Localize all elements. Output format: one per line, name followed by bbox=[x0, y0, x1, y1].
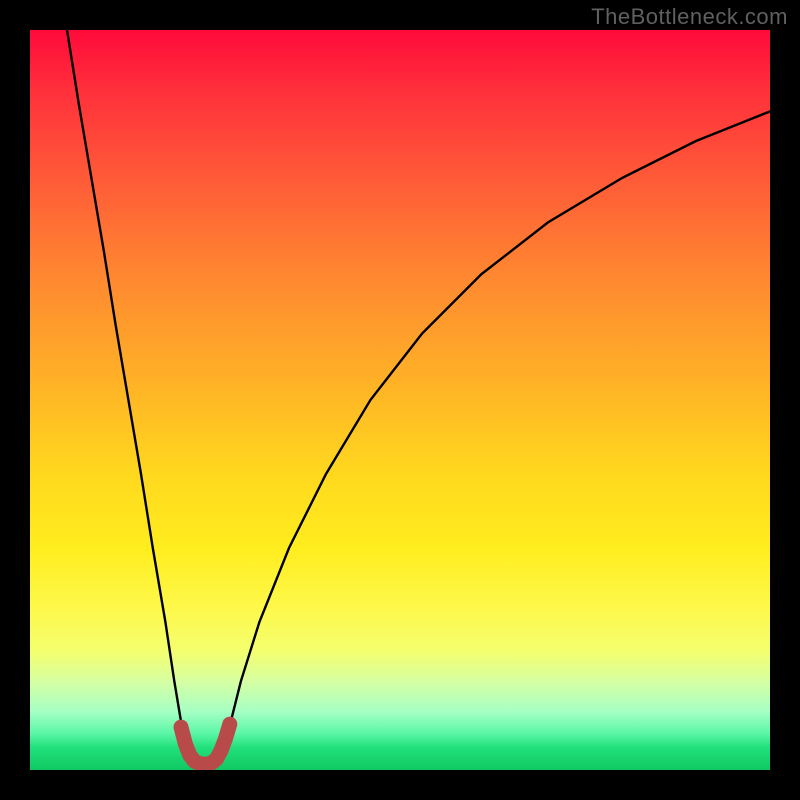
chart-svg bbox=[30, 30, 770, 770]
plot-area bbox=[30, 30, 770, 770]
curve-right-branch bbox=[222, 111, 770, 755]
curve-left-branch bbox=[67, 30, 189, 755]
watermark-text: TheBottleneck.com bbox=[591, 4, 788, 30]
valley-marker-curve bbox=[181, 724, 230, 764]
frame: TheBottleneck.com bbox=[0, 0, 800, 800]
